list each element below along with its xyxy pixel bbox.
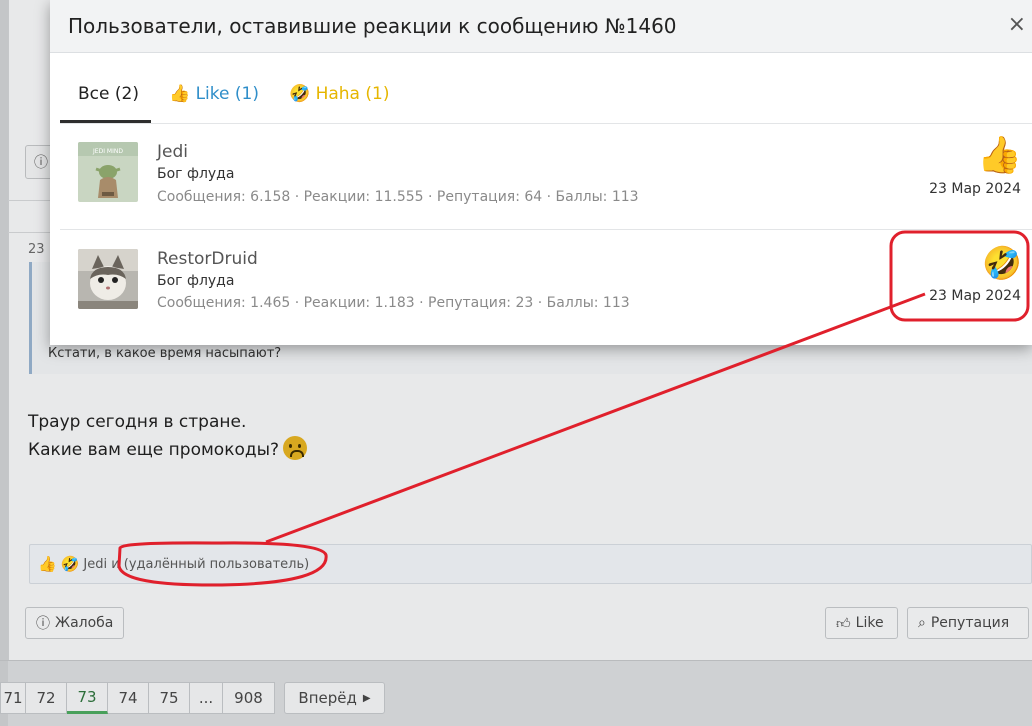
reaction-tabs: Все (2) 👍 Like (1) 🤣 Haha (1) [60, 52, 1032, 123]
laughing-face-icon: 🤣 [289, 84, 311, 104]
page-link[interactable]: 71 [0, 682, 26, 714]
page-link[interactable]: 72 [26, 682, 67, 714]
reactions-modal: Пользователи, оставившие реакции к сообщ… [50, 0, 1032, 345]
next-page-label: Вперёд [298, 689, 357, 707]
footer-divider [0, 660, 1032, 661]
modal-title: Пользователи, оставившие реакции к сообщ… [68, 14, 677, 38]
reactions-summary-text[interactable]: Jedi и (удалённый пользователь) [83, 557, 309, 572]
sad-face-icon [283, 436, 308, 460]
reputation-button[interactable]: ⌕ Репутация [907, 607, 1029, 639]
avatar[interactable] [78, 249, 138, 309]
laughing-face-icon: 🤣 [982, 244, 1022, 282]
page-link[interactable]: 75 [149, 682, 190, 714]
report-button[interactable]: ⓘ Жалоба [25, 607, 124, 639]
modal-header: Пользователи, оставившие реакции к сообщ… [50, 0, 1032, 53]
tab-all[interactable]: Все (2) [78, 84, 139, 104]
warning-icon: ⓘ [34, 155, 48, 171]
thumbs-up-icon: 👍 [169, 84, 191, 104]
reaction-date: 23 Мар 2024 [929, 181, 1021, 197]
user-stats: Сообщения: 6.158 · Реакции: 11.555 · Реп… [157, 189, 639, 205]
tab-like[interactable]: 👍 Like (1) [169, 84, 259, 104]
post-text-line-2: Какие вам еще промокоды? [28, 436, 308, 462]
warning-icon: ⓘ [36, 616, 50, 632]
user-name-link[interactable]: Jedi [157, 142, 188, 162]
post-date-fragment: 23 [28, 242, 45, 257]
post-text-line-2-text: Какие вам еще промокоды? [28, 440, 280, 460]
reaction-date: 23 Мар 2024 [929, 288, 1021, 304]
tab-all-label: Все (2) [78, 84, 139, 104]
svg-text:JEDI MIND: JEDI MIND [92, 148, 123, 155]
user-name-link[interactable]: RestorDruid [157, 249, 258, 269]
tab-like-label: Like (1) [195, 84, 259, 104]
user-title: Бог флуда [157, 166, 235, 182]
left-column-edge [0, 0, 8, 726]
search-icon: ⌕ [918, 615, 926, 631]
avatar[interactable]: JEDI MIND [78, 142, 138, 202]
page-link[interactable]: 74 [108, 682, 149, 714]
tab-haha[interactable]: 🤣 Haha (1) [289, 84, 389, 104]
page-link-current[interactable]: 73 [67, 682, 108, 714]
close-icon[interactable]: × [1008, 12, 1026, 37]
page-ellipsis[interactable]: ... [190, 682, 223, 714]
quote-text: Кстати, в какое время насыпают? [48, 346, 282, 361]
post-text-line-1: Траур сегодня в стране. [28, 412, 247, 432]
user-stats: Сообщения: 1.465 · Реакции: 1.183 · Репу… [157, 295, 630, 311]
reputation-button-label: Репутация [930, 615, 1010, 631]
reaction-user-row: RestorDruid Бог флуда Сообщения: 1.465 ·… [60, 230, 1032, 336]
tab-haha-label: Haha (1) [315, 84, 390, 104]
like-button-label: Like [855, 615, 884, 631]
chevron-right-icon: ▶ [362, 692, 371, 704]
reaction-user-row: JEDI MIND Jedi Бог флуда Сообщения: 6.15… [60, 124, 1032, 230]
report-button-label: Жалоба [55, 615, 114, 631]
like-button[interactable]: 👍︎ Like [825, 607, 898, 639]
laughing-face-icon: 🤣 [60, 555, 80, 573]
thumbs-up-icon: 👍 [977, 135, 1022, 176]
next-page-button[interactable]: Вперёд ▶ [284, 682, 385, 714]
reactions-summary-bar[interactable]: 👍 🤣 Jedi и (удалённый пользователь) [29, 544, 1032, 584]
thumbs-up-icon: 👍 [38, 555, 57, 573]
pagination: 71 72 73 74 75 ... 908 [0, 682, 275, 714]
thumbs-up-outline-icon: 👍︎ [836, 615, 851, 632]
page-link-last[interactable]: 908 [223, 682, 275, 714]
user-title: Бог флуда [157, 273, 235, 289]
